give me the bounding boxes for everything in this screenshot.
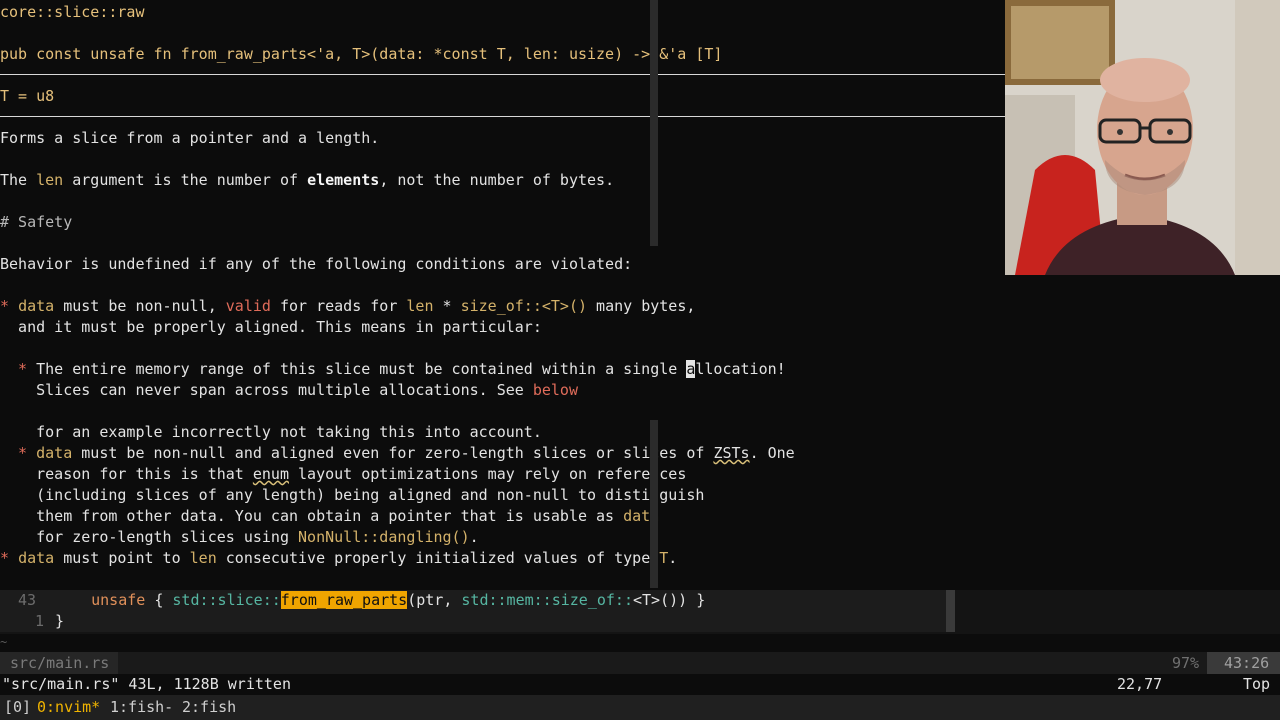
function-signature: pub const unsafe fn from_raw_parts<'a, T… (0, 45, 723, 63)
divider (0, 74, 1005, 75)
doc-bullet-2: * data must point to len consecutive pro… (0, 549, 678, 567)
doc-subbullet-2-cont3: them from other data. You can obtain a p… (0, 507, 660, 525)
statusline-percent: 97% (1172, 654, 1200, 672)
doc-bullet-1-cont: and it must be properly aligned. This me… (0, 318, 542, 336)
write-message: "src/main.rs" 43L, 1128B written (2, 675, 291, 693)
doc-bullet-1: * data must be non-null, valid for reads… (0, 297, 696, 315)
hover-scrollbar-lower[interactable] (650, 420, 658, 588)
scroll-indicator: Top (1243, 675, 1271, 693)
statusline-position: 43:26 (1224, 654, 1270, 672)
doc-ub-line: Behavior is undefined if any of the foll… (0, 255, 633, 273)
doc-subbullet-2-cont: reason for this is that enum layout opti… (0, 465, 687, 483)
line-number: 43 (17, 591, 36, 609)
search-match: from_raw_parts (280, 591, 408, 609)
doc-subbullet-1-cont2: for an example incorrectly not taking th… (0, 423, 542, 441)
statusline-file-label: src/main.rs (10, 654, 110, 672)
tmux-window-fish-1[interactable]: 1:fish- (110, 697, 173, 718)
tmux-status-bar: [0] 0:nvim* 1:fish- 2:fish (0, 695, 1280, 720)
cursor-position: 22,77 (1117, 675, 1163, 693)
webcam-overlay (1005, 0, 1280, 275)
statusline: src/main.rs src/main.rs 97% 43:26 (0, 652, 1280, 674)
doc-subbullet-2-cont2: (including slices of any length) being a… (0, 486, 705, 504)
hover-scrollbar[interactable] (650, 0, 658, 246)
doc-subbullet-1-cont: Slices can never span across multiple al… (0, 381, 578, 399)
code-line-1[interactable]: 1} (0, 611, 955, 632)
command-line[interactable]: "src/main.rs" 43L, 1128B written 22,77 T… (0, 674, 1280, 695)
doc-subbullet-1: * The entire memory range of this slice … (0, 360, 786, 378)
doc-summary: Forms a slice from a pointer and a lengt… (0, 129, 380, 147)
module-path: core::slice::raw (0, 3, 145, 21)
tmux-window-nvim[interactable]: 0:nvim* (37, 697, 100, 718)
webcam-presenter-image (1005, 0, 1280, 275)
doc-subbullet-2: * data must be non-null and aligned even… (0, 444, 795, 462)
empty-line-tilde: ~ (0, 635, 8, 649)
tmux-session: [0] (4, 698, 32, 716)
doc-subbullet-2-cont4: for zero-length slices using NonNull::da… (0, 528, 479, 546)
type-parameter: T = u8 (0, 87, 55, 105)
tmux-window-fish-2[interactable]: 2:fish (182, 697, 236, 718)
divider (0, 116, 1005, 117)
safety-heading: # Safety (0, 213, 73, 231)
line-number: 1 (34, 612, 44, 630)
below-link[interactable]: below (533, 381, 578, 399)
code-line-43[interactable]: 43 unsafe { std::slice::from_raw_parts(p… (0, 590, 955, 611)
doc-len-line: The len argument is the number of elemen… (0, 171, 615, 189)
